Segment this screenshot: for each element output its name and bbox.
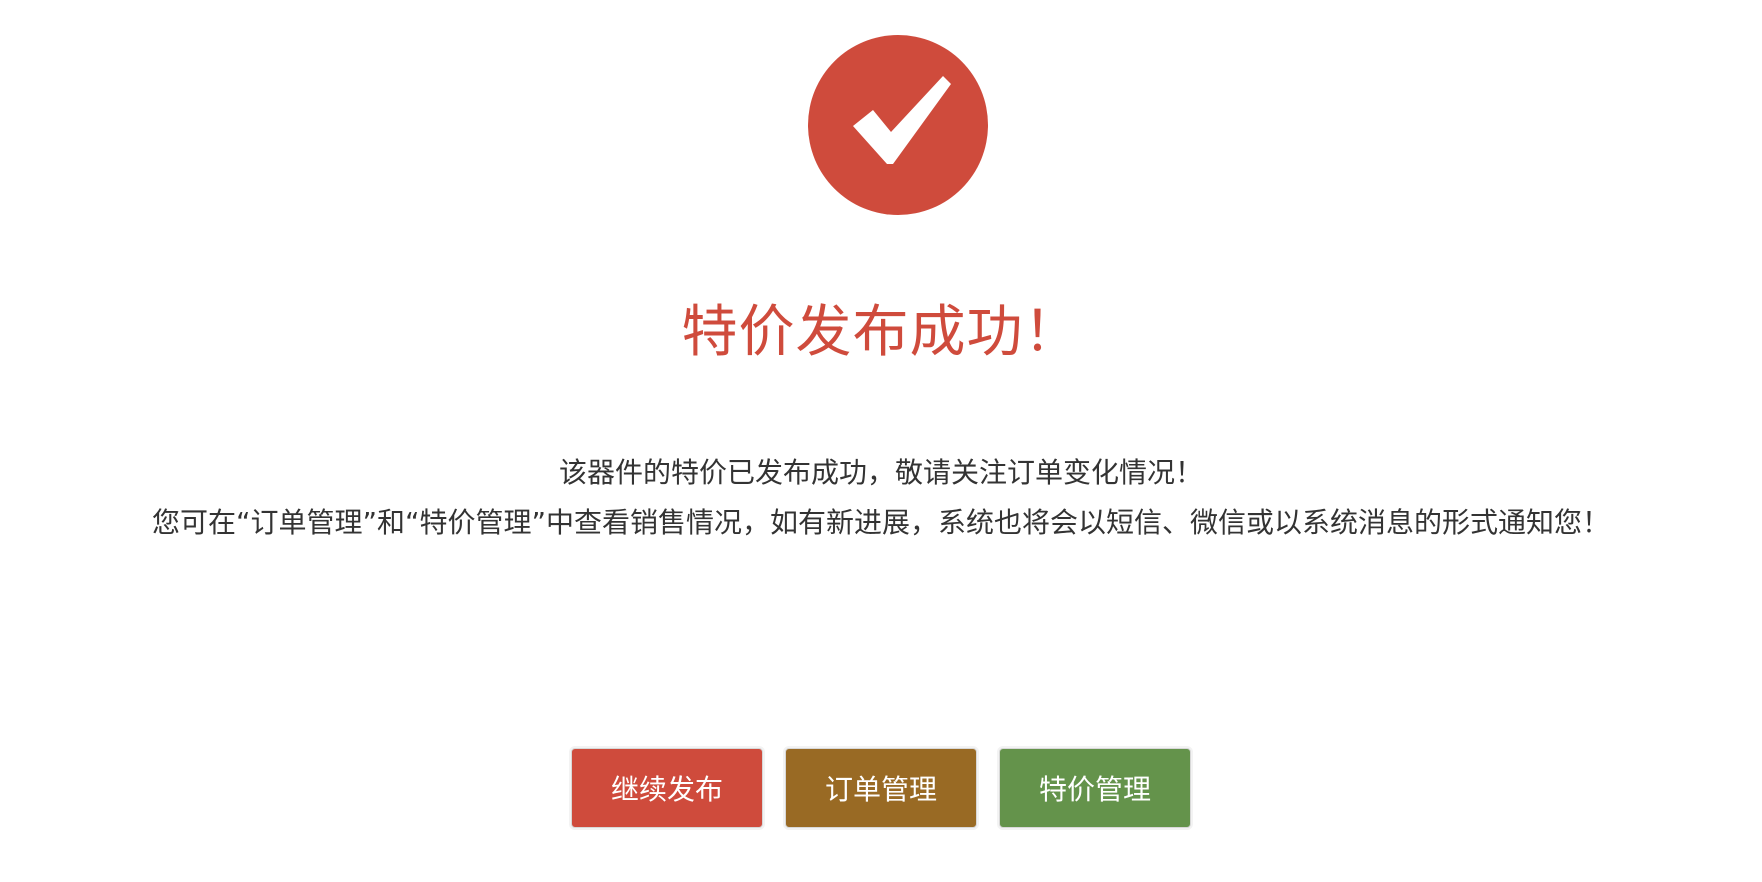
special-price-management-button[interactable]: 特价管理 (999, 748, 1191, 828)
check-mark-icon (853, 76, 951, 164)
message-line-2: 您可在“订单管理”和“特价管理”中查看销售情况，如有新进展，系统也将会以短信、微… (151, 506, 1611, 539)
order-management-button[interactable]: 订单管理 (785, 748, 977, 828)
message-line-1: 该器件的特价已发布成功，敬请关注订单变化情况！ (558, 456, 1203, 489)
page-title: 特价发布成功！ (681, 300, 1081, 365)
success-message: 该器件的特价已发布成功，敬请关注订单变化情况！ 您可在“订单管理”和“特价管理”… (0, 448, 1762, 548)
action-buttons: 继续发布 订单管理 特价管理 (0, 748, 1762, 828)
check-circle-icon (808, 35, 988, 215)
continue-publish-button[interactable]: 继续发布 (571, 748, 763, 828)
success-page: 特价发布成功！ 该器件的特价已发布成功，敬请关注订单变化情况！ 您可在“订单管理… (0, 0, 1762, 882)
